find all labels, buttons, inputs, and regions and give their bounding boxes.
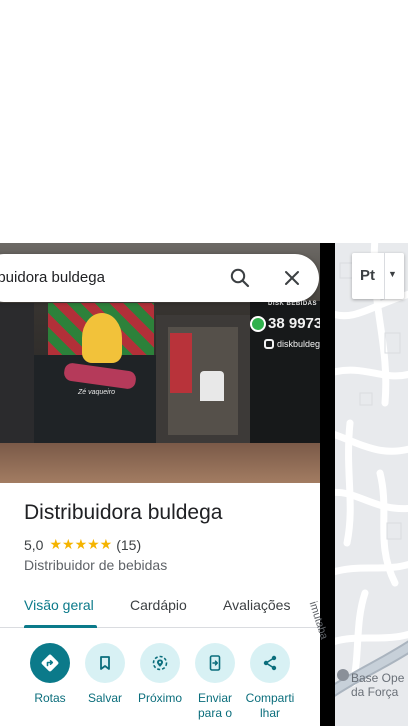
action-buttons: Rotas Salvar Próximo Enviar para o Compa… bbox=[0, 643, 320, 726]
share-icon bbox=[250, 643, 290, 683]
photo-phone-text: 38 99730 bbox=[268, 315, 320, 332]
map-view[interactable] bbox=[335, 243, 408, 726]
tab-bar: Visão geral Cardápio Avaliações bbox=[0, 590, 320, 628]
search-input[interactable]: ibuidora buldega bbox=[0, 269, 105, 286]
review-count[interactable]: (15) bbox=[116, 537, 141, 553]
star-rating-icon: ★★★★★ bbox=[49, 536, 113, 552]
nearby-label: Próximo bbox=[137, 691, 182, 705]
directions-button[interactable]: Rotas bbox=[20, 643, 80, 706]
photo-cartoon-figure bbox=[82, 313, 122, 363]
map-layer-label: Pt bbox=[360, 267, 375, 284]
photo-chair bbox=[200, 371, 224, 401]
directions-label: Rotas bbox=[34, 691, 66, 705]
send-to-phone-label-line2: para o bbox=[197, 706, 233, 720]
photo-fridge bbox=[170, 333, 192, 393]
share-button[interactable]: Comparti lhar bbox=[240, 643, 300, 721]
map-layer-separator bbox=[384, 253, 385, 299]
map-poi-line2: da Força bbox=[351, 685, 399, 699]
photo-mural-text: Zé vaqueiro bbox=[78, 389, 115, 396]
map-layers-button[interactable]: Pt ▼ bbox=[352, 253, 404, 299]
blank-area bbox=[0, 0, 408, 243]
save-button[interactable]: Salvar bbox=[75, 643, 135, 706]
place-panel: Zé vaqueiro DISK BEBIDAS 38 99730 diskbu… bbox=[0, 243, 320, 726]
search-icon[interactable] bbox=[228, 266, 252, 290]
photo-instagram-row: diskbuldeg bbox=[264, 339, 320, 349]
share-label-line2: lhar bbox=[259, 706, 280, 720]
send-to-phone-label: Enviar para o bbox=[185, 691, 245, 721]
map-poi-line1: Base Ope bbox=[351, 671, 405, 685]
nearby-button[interactable]: Próximo bbox=[130, 643, 190, 706]
rating-value: 5,0 bbox=[24, 536, 44, 553]
tab-menu[interactable]: Cardápio bbox=[130, 597, 187, 613]
map-streets bbox=[335, 243, 408, 726]
place-category[interactable]: Distribuidor de bebidas bbox=[24, 557, 167, 573]
send-to-phone-button[interactable]: Enviar para o bbox=[185, 643, 245, 721]
photo-left-wall bbox=[0, 303, 34, 453]
send-to-phone-label-line1: Enviar bbox=[197, 691, 232, 705]
panel-divider bbox=[320, 243, 335, 726]
search-bar[interactable]: ibuidora buldega bbox=[0, 254, 319, 302]
photo-instagram-text: diskbuldeg bbox=[277, 339, 320, 349]
tab-reviews[interactable]: Avaliações bbox=[223, 597, 290, 613]
photo-phone-row: 38 99730 bbox=[250, 315, 320, 332]
send-to-phone-icon bbox=[195, 643, 235, 683]
bookmark-icon bbox=[85, 643, 125, 683]
share-label: Comparti lhar bbox=[240, 691, 300, 721]
chevron-down-icon[interactable]: ▼ bbox=[388, 269, 397, 279]
nearby-icon bbox=[140, 643, 180, 683]
photo-floor bbox=[0, 443, 320, 483]
share-label-line1: Comparti bbox=[245, 691, 295, 705]
place-title: Distribuidora buldega bbox=[24, 501, 223, 524]
close-icon[interactable] bbox=[280, 266, 304, 290]
instagram-icon bbox=[264, 339, 274, 349]
rating-row[interactable]: 5,0 ★★★★★ (15) bbox=[24, 536, 141, 553]
directions-icon bbox=[30, 643, 70, 683]
map-poi-label[interactable]: Base Ope da Força bbox=[351, 671, 404, 699]
save-label: Salvar bbox=[87, 691, 122, 705]
active-tab-indicator bbox=[24, 625, 97, 628]
whatsapp-icon bbox=[250, 315, 266, 332]
tab-overview[interactable]: Visão geral bbox=[24, 597, 94, 613]
